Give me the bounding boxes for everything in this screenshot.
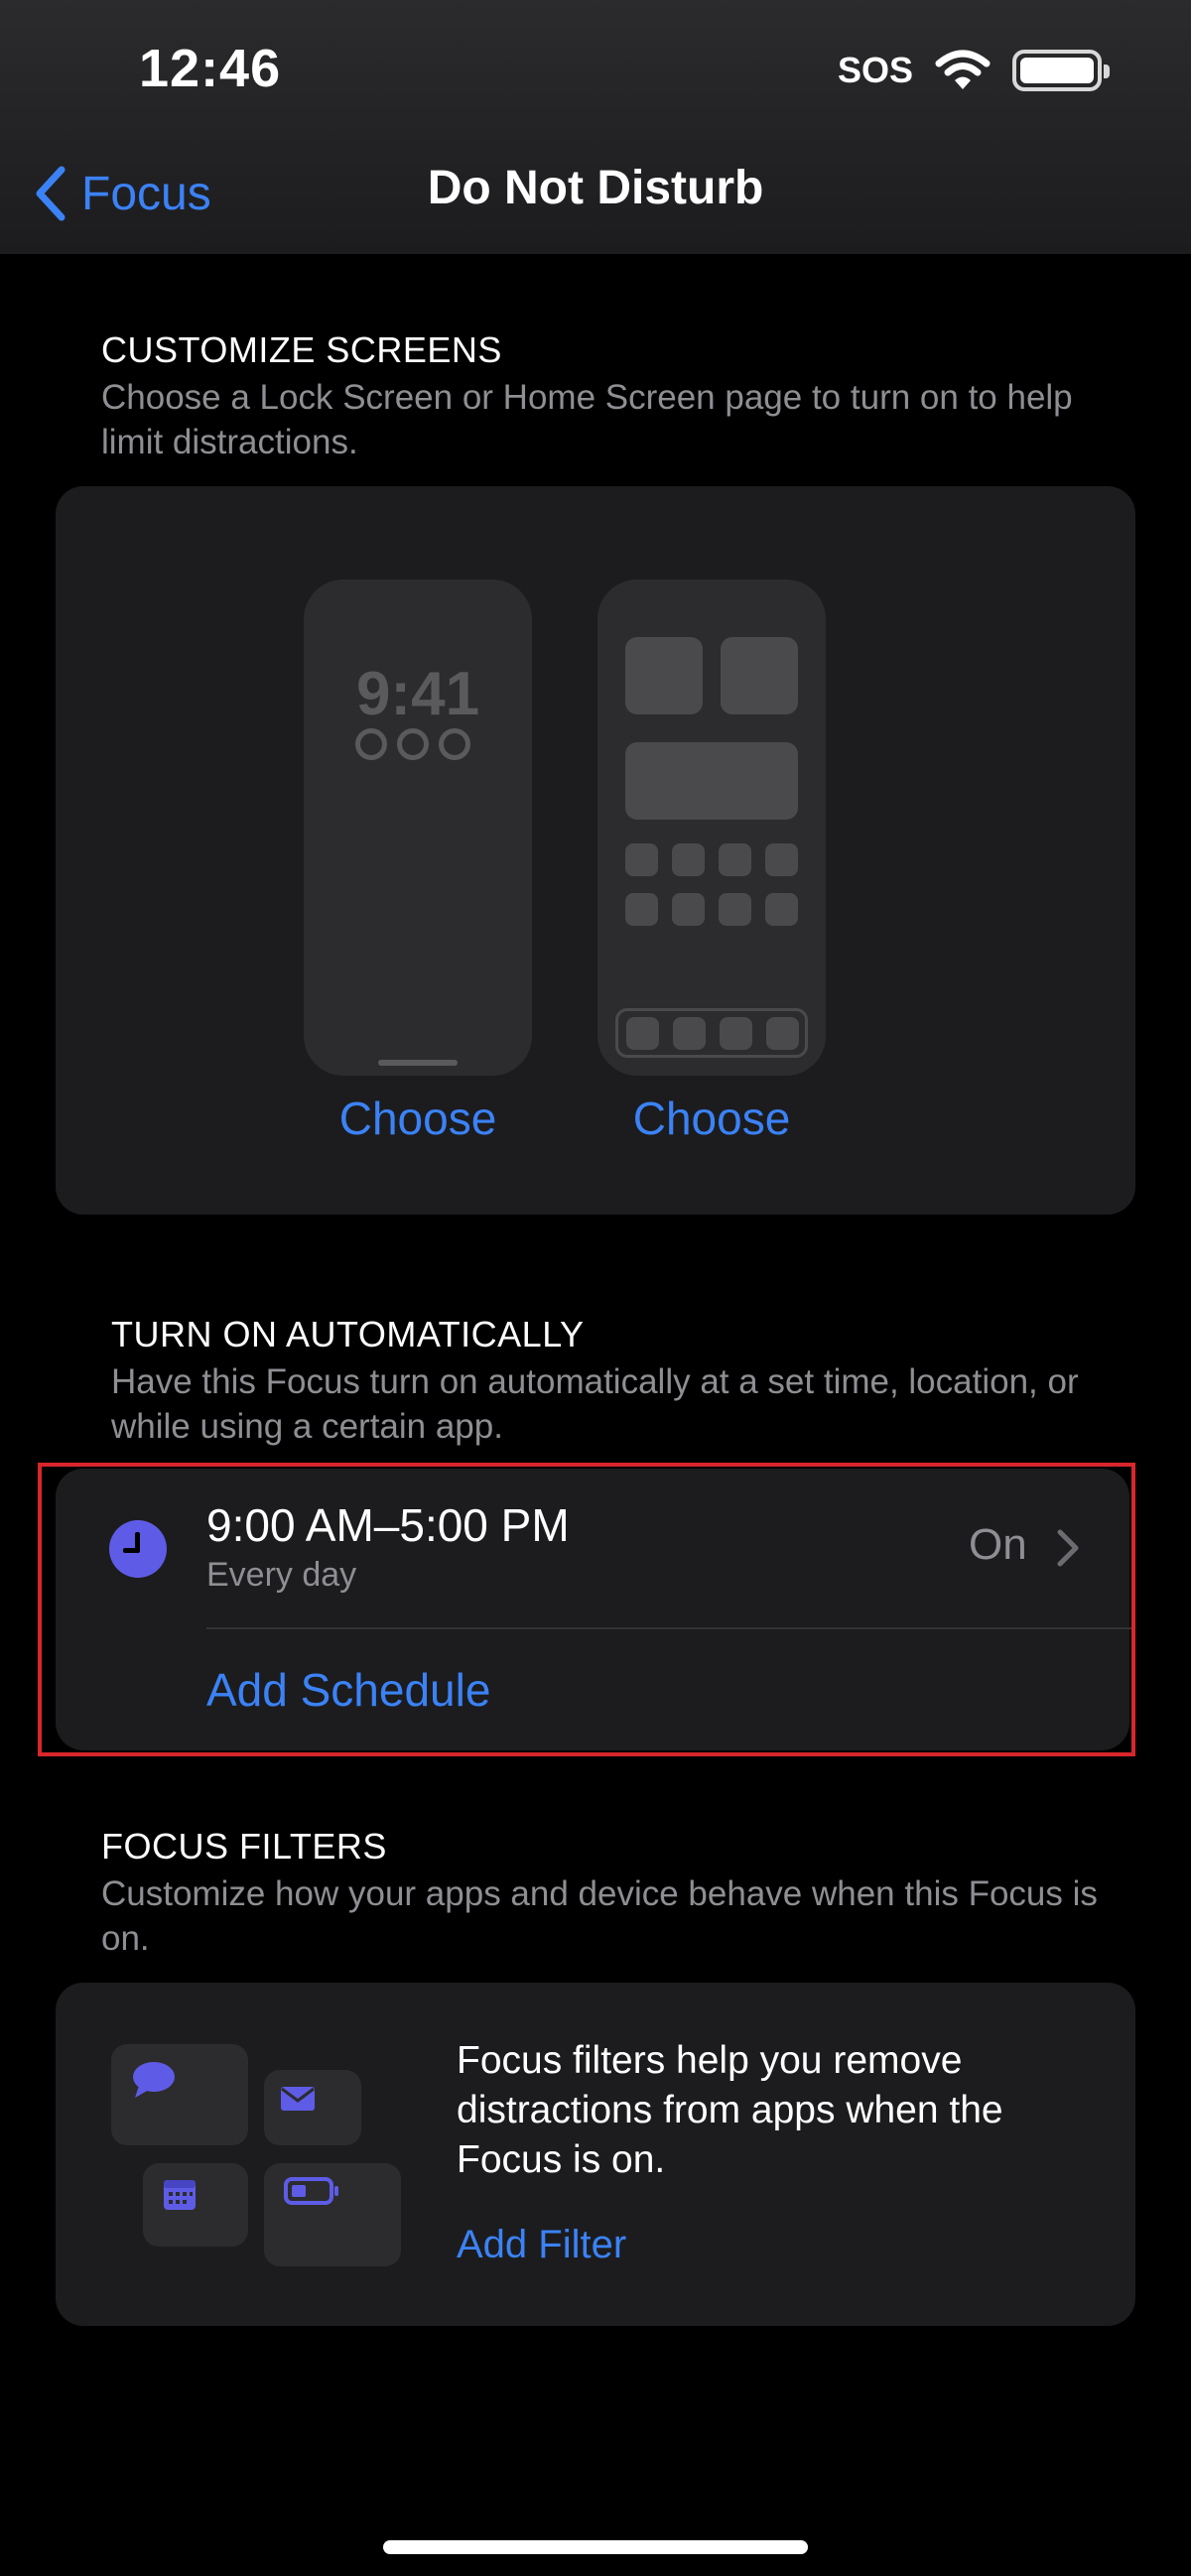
calendar-icon [164,2180,196,2210]
sos-label: SOS [837,50,913,90]
status-icons: SOS [837,48,1110,93]
wifi-icon [935,50,991,89]
screen: 12:46 SOS Focus Do Not Disturb CUSTOMIZE… [0,0,1191,2576]
chevron-right-icon [1057,1529,1079,1567]
schedule-time-range: 9:00 AM–5:00 PM [206,1499,570,1551]
clock-icon [109,1520,167,1578]
schedule-divider [206,1627,1131,1629]
filters-heading: FOCUS FILTERS [101,1826,387,1867]
battery-filter-tile [264,2163,401,2266]
customize-description: Choose a Lock Screen or Home Screen page… [101,378,1073,461]
automation-description: Have this Focus turn on automatically at… [111,1362,1079,1446]
lock-preview-widgets [355,728,470,760]
message-filter-tile [111,2044,248,2145]
customize-heading: CUSTOMIZE SCREENS [101,329,502,370]
battery-icon [1012,50,1110,91]
home-indicator[interactable] [383,2540,808,2554]
schedule-state: On [969,1520,1027,1569]
automation-heading: TURN ON AUTOMATICALLY [111,1314,585,1354]
calendar-filter-tile [143,2163,248,2247]
battery-filter-icon [284,2177,338,2205]
page-title: Do Not Disturb [427,162,764,214]
home-screen-preview[interactable] [597,580,826,1076]
choose-lock-screen-button[interactable]: Choose [269,1092,567,1145]
message-icon [133,2062,175,2098]
choose-home-screen-button[interactable]: Choose [563,1092,860,1145]
add-schedule-button[interactable]: Add Schedule [206,1663,490,1717]
schedule-highlight [38,1463,1135,1756]
mail-icon [281,2087,315,2111]
status-time: 12:46 [139,39,282,98]
lock-screen-preview[interactable]: 9:41 [304,580,532,1076]
add-filter-button[interactable]: Add Filter [457,2223,626,2267]
mail-filter-tile [264,2070,361,2145]
lock-preview-time: 9:41 [355,660,480,728]
schedule-repeat: Every day [206,1556,357,1594]
filters-description: Customize how your apps and device behav… [101,1874,1098,1958]
top-bar: 12:46 SOS Focus Do Not Disturb [0,0,1191,254]
filters-info: Focus filters help you remove distractio… [457,2039,1003,2181]
